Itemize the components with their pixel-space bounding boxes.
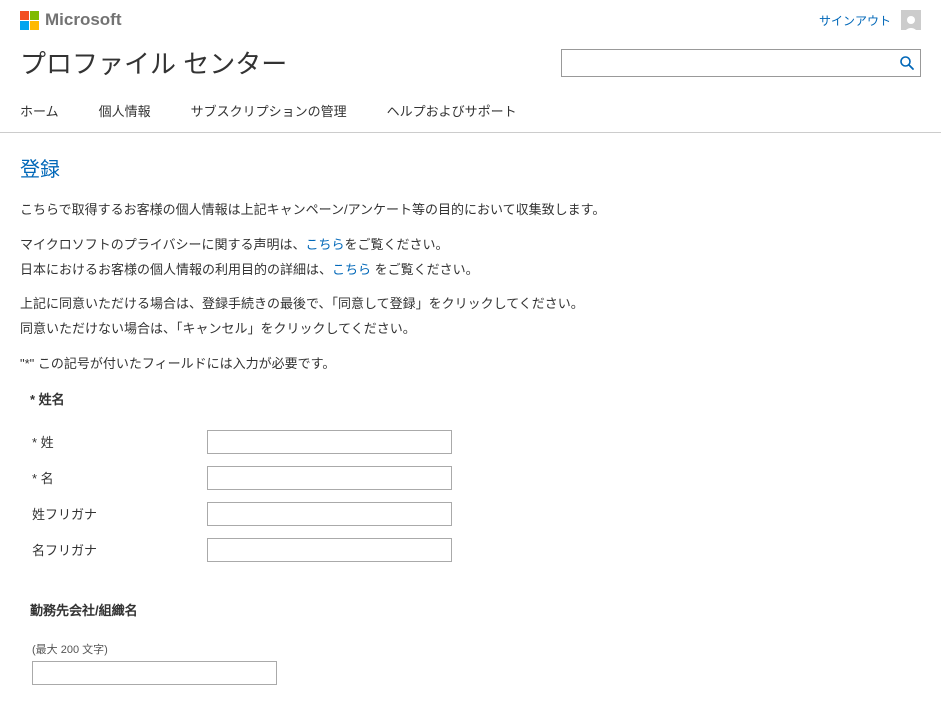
search-input[interactable] [561, 49, 921, 77]
consent-line1: 上記に同意いただける場合は、登録手続きの最後で、「同意して登録」をクリックしてく… [20, 294, 921, 315]
signout-link[interactable]: サインアウト [819, 12, 891, 29]
firstname-input[interactable] [207, 466, 452, 490]
microsoft-logo: Microsoft [20, 10, 122, 30]
lastname-kana-label: 姓フリガナ [32, 504, 207, 523]
microsoft-logo-icon [20, 11, 39, 30]
page-title: プロファイル センター [20, 44, 287, 81]
jp-link[interactable]: こちら [332, 262, 371, 277]
search-icon [899, 55, 915, 71]
main-nav: ホーム 個人情報 サブスクリプションの管理 ヘルプおよびサポート [0, 101, 941, 133]
privacy-line: マイクロソフトのプライバシーに関する声明は、こちらをご覧ください。 [20, 235, 921, 256]
intro-text: こちらで取得するお客様の個人情報は上記キャンペーン/アンケート等の目的において収… [20, 200, 921, 221]
nav-personal[interactable]: 個人情報 [99, 101, 151, 120]
jp-prefix: 日本におけるお客様の個人情報の利用目的の詳細は、 [20, 262, 332, 277]
content-heading: 登録 [20, 153, 921, 182]
privacy-link[interactable]: こちら [305, 237, 344, 252]
lastname-kana-input[interactable] [207, 502, 452, 526]
firstname-kana-input[interactable] [207, 538, 452, 562]
firstname-label: * 名 [32, 468, 207, 487]
jp-suffix: をご覧ください。 [371, 262, 479, 277]
section-name-label: * 姓名 [30, 389, 921, 408]
section-org-label: 勤務先会社/組織名 [30, 600, 921, 619]
avatar-icon[interactable] [901, 10, 921, 30]
privacy-prefix: マイクロソフトのプライバシーに関する声明は、 [20, 237, 305, 252]
nav-subscription[interactable]: サブスクリプションの管理 [191, 101, 347, 120]
search-button[interactable] [897, 53, 917, 73]
lastname-label: * 姓 [32, 432, 207, 451]
privacy-suffix: をご覧ください。 [345, 237, 449, 252]
consent-line2: 同意いただけない場合は、「キャンセル」をクリックしてください。 [20, 319, 921, 340]
brand-text: Microsoft [45, 10, 122, 30]
firstname-kana-label: 名フリガナ [32, 540, 207, 559]
org-hint: (最大 200 文字) [32, 641, 921, 657]
jp-line: 日本におけるお客様の個人情報の利用目的の詳細は、こちら をご覧ください。 [20, 260, 921, 281]
lastname-input[interactable] [207, 430, 452, 454]
nav-home[interactable]: ホーム [20, 101, 59, 120]
required-note: "*" この記号が付いたフィールドには入力が必要です。 [20, 354, 921, 375]
nav-help[interactable]: ヘルプおよびサポート [387, 101, 517, 120]
